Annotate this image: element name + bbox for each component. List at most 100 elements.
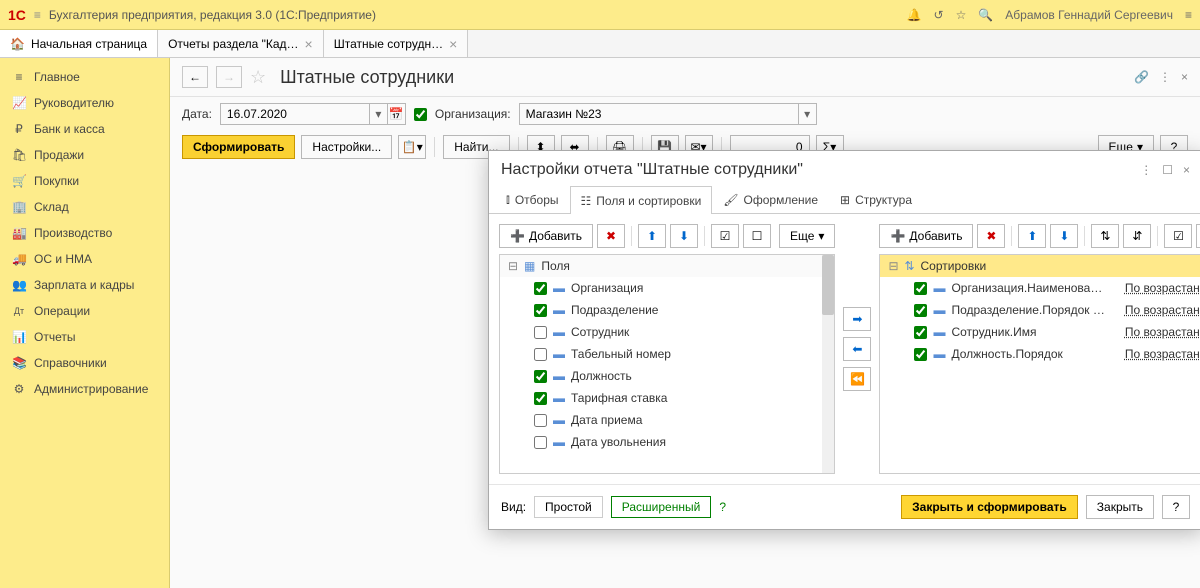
close-icon[interactable]: × [305,36,313,52]
fields-group-row[interactable]: ⊟ ▦ Поля [500,255,834,277]
field-checkbox[interactable] [534,348,547,361]
delete-field-button[interactable]: ✖ [597,224,625,248]
scrollbar-thumb[interactable] [822,255,834,315]
field-checkbox[interactable] [534,326,547,339]
app-title: Бухгалтерия предприятия, редакция 3.0 (1… [49,8,907,22]
burger-icon[interactable]: ≡ [34,8,41,22]
view-extended-button[interactable]: Расширенный [611,496,712,518]
funnel-icon: ⫾ [506,192,510,207]
close-and-generate-button[interactable]: Закрыть и сформировать [901,495,1078,519]
sort-order[interactable]: По возрастанию [1125,303,1200,317]
user-name[interactable]: Абрамов Геннадий Сергеевич [1005,8,1173,22]
field-icon: ▬ [553,435,565,449]
sidebar-item-production[interactable]: 🏭Производство [0,220,169,246]
add-sort-button[interactable]: ➕Добавить [879,224,973,248]
sidebar-item-main[interactable]: ≡Главное [0,64,169,90]
move-up-button[interactable]: ⬆ [638,224,666,248]
sidebar-item-admin[interactable]: ⚙Администрирование [0,376,169,402]
field-checkbox[interactable] [534,436,547,449]
view-simple-button[interactable]: Простой [534,496,603,518]
logo-1c: 1C [8,7,26,23]
sidebar-item-sales[interactable]: 🛍Продажи [0,142,169,168]
sort-order[interactable]: По возрастанию [1125,281,1200,295]
sort-order[interactable]: По возрастанию [1125,347,1200,361]
sidebar-item-hr[interactable]: 👥Зарплата и кадры [0,272,169,298]
field-checkbox[interactable] [534,282,547,295]
field-row[interactable]: ▬Табельный номер [500,343,834,365]
tab-design[interactable]: 🖌Оформление [712,185,829,213]
sort-row[interactable]: ▬Сотрудник.ИмяПо возрастанию [880,321,1200,343]
add-field-button[interactable]: ➕Добавить [499,224,593,248]
close-button[interactable]: Закрыть [1086,495,1154,519]
fields-more-button[interactable]: Еще ▾ [779,224,835,248]
tab-reports[interactable]: Отчеты раздела "Кад… × [158,30,324,57]
sort-check-all-button[interactable]: ☑ [1164,224,1192,248]
sidebar-item-catalogs[interactable]: 📚Справочники [0,350,169,376]
move-left-button[interactable]: ⬅ [843,337,871,361]
field-row[interactable]: ▬Организация [500,277,834,299]
sidebar-item-operations[interactable]: ДтОперации [0,298,169,324]
move-down-button[interactable]: ⬇ [670,224,698,248]
tab-home[interactable]: 🏠 Начальная страница [0,30,158,57]
sidebar-item-warehouse[interactable]: 🏢Склад [0,194,169,220]
sort-checkbox[interactable] [914,304,927,317]
sidebar-item-reports[interactable]: 📊Отчеты [0,324,169,350]
delete-sort-button[interactable]: ✖ [977,224,1005,248]
sidebar-item-manager[interactable]: 📈Руководителю [0,90,169,116]
sort-row[interactable]: ▬Должность.ПорядокПо возрастанию [880,343,1200,365]
close-icon[interactable]: × [449,36,457,52]
check-all-button[interactable]: ☑ [711,224,739,248]
uncheck-all-button[interactable]: ☐ [743,224,771,248]
sort-tree[interactable]: ⊟ ⇅ Сортировки ▬Организация.Наименова…По… [879,254,1200,474]
sidebar-item-bank[interactable]: ₽Банк и касса [0,116,169,142]
tab-fields[interactable]: ☷Поля и сортировки [570,186,713,214]
search-icon[interactable]: 🔍 [978,8,993,22]
titlebar-menu-icon[interactable]: ≡ [1185,8,1192,22]
scrollbar[interactable] [822,255,834,473]
modal-close-icon[interactable]: × [1183,163,1190,177]
sort-checkbox[interactable] [914,348,927,361]
tab-staff[interactable]: Штатные сотрудн… × [324,30,469,57]
sort-checkbox[interactable] [914,326,927,339]
field-checkbox[interactable] [534,392,547,405]
field-checkbox[interactable] [534,414,547,427]
field-row[interactable]: ▬Сотрудник [500,321,834,343]
field-row[interactable]: ▬Должность [500,365,834,387]
modal-menu-icon[interactable]: ⋮ [1140,163,1152,177]
modal-help-button[interactable]: ? [1162,495,1190,519]
sort-row[interactable]: ▬Организация.Наименова…По возрастанию [880,277,1200,299]
move-right-button[interactable]: ➡ [843,307,871,331]
collapse-icon[interactable]: ⊟ [508,259,518,273]
gear-icon: ⚙ [12,382,26,396]
sort-group-row[interactable]: ⊟ ⇅ Сортировки [880,255,1200,277]
modal-maximize-icon[interactable]: ☐ [1162,163,1173,177]
history-icon[interactable]: ↺ [934,8,944,22]
sort-order[interactable]: По возрастанию [1125,325,1200,339]
collapse-icon[interactable]: ⊟ [888,259,898,273]
sort-move-down-button[interactable]: ⬇ [1050,224,1078,248]
sidebar-item-purchases[interactable]: 🛒Покупки [0,168,169,194]
modal-footer: Вид: Простой Расширенный ? Закрыть и сфо… [489,484,1200,529]
field-row[interactable]: ▬Дата увольнения [500,431,834,453]
tab-structure[interactable]: ⊞Структура [829,185,923,213]
sort-uncheck-all-button[interactable]: ☐ [1196,224,1200,248]
bell-icon[interactable]: 🔔 [907,8,922,22]
star-icon[interactable]: ☆ [956,8,967,22]
sort-move-up-button[interactable]: ⬆ [1018,224,1046,248]
field-row[interactable]: ▬Дата приема [500,409,834,431]
sort-row[interactable]: ▬Подразделение.Порядок …По возрастанию [880,299,1200,321]
fields-tree[interactable]: ⊟ ▦ Поля ▬Организация▬Подразделение▬Сотр… [499,254,835,474]
tab-reports-label: Отчеты раздела "Кад… [168,37,298,51]
sort-asc-button[interactable]: ⇅ [1091,224,1119,248]
view-help-icon[interactable]: ? [719,500,726,514]
field-row[interactable]: ▬Тарифная ставка [500,387,834,409]
field-row[interactable]: ▬Подразделение [500,299,834,321]
field-checkbox[interactable] [534,304,547,317]
move-all-left-button[interactable]: ⏪ [843,367,871,391]
sort-checkbox[interactable] [914,282,927,295]
sidebar-item-assets[interactable]: 🚚ОС и НМА [0,246,169,272]
tab-filters[interactable]: ⫾Отборы [495,185,570,213]
sort-desc-button[interactable]: ⇵ [1123,224,1151,248]
field-checkbox[interactable] [534,370,547,383]
field-label: Дата приема [571,413,642,427]
